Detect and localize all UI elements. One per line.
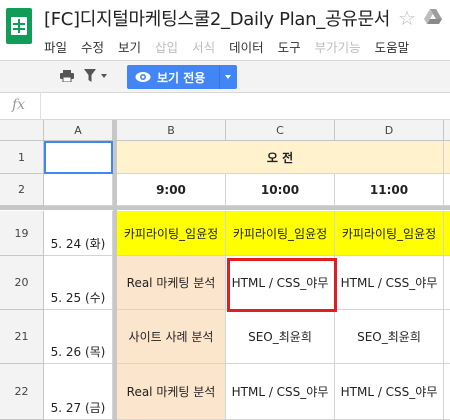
- star-icon[interactable]: ☆: [398, 6, 416, 30]
- menu-view[interactable]: 보기: [118, 37, 141, 55]
- print-icon[interactable]: [60, 70, 74, 82]
- filter-dropdown-icon[interactable]: [101, 74, 107, 78]
- view-only-button[interactable]: 보기 전용: [127, 65, 237, 89]
- chevron-down-icon[interactable]: [225, 75, 231, 79]
- menu-data[interactable]: 데이터: [229, 37, 264, 55]
- menu-help[interactable]: 도움말: [375, 37, 410, 55]
- row-header-1[interactable]: 1: [0, 141, 44, 174]
- formula-divider: [40, 93, 41, 120]
- view-only-label: 보기 전용: [157, 71, 206, 85]
- cell-c2[interactable]: 10:00: [226, 174, 335, 206]
- cell-a22[interactable]: 5. 27 (금): [44, 364, 113, 420]
- menu-addons: 부가기능: [314, 40, 361, 55]
- cell-e21[interactable]: [444, 310, 450, 364]
- cell-d22[interactable]: HTML / CSS_야무: [335, 364, 444, 420]
- row-header-19[interactable]: 19: [0, 211, 44, 256]
- cell-d21[interactable]: SEO_최윤희: [335, 310, 444, 364]
- cell-e22[interactable]: [444, 364, 450, 420]
- column-header-b[interactable]: B: [117, 120, 226, 141]
- fx-icon: fx: [12, 97, 26, 113]
- cell-d19[interactable]: 카피라이팅_임윤정: [335, 211, 444, 256]
- menu-tools[interactable]: 도구: [278, 37, 301, 55]
- cell-b21[interactable]: 사이트 사례 분석: [117, 310, 226, 364]
- cell-a1[interactable]: [44, 141, 113, 174]
- cell-a2[interactable]: [44, 174, 113, 206]
- select-all-corner[interactable]: [0, 120, 44, 141]
- move-to-folder-icon[interactable]: [424, 9, 442, 25]
- eye-icon: [135, 72, 151, 82]
- cell-c21[interactable]: SEO_최윤희: [226, 310, 335, 364]
- cell-d20[interactable]: HTML / CSS_야무: [335, 256, 444, 310]
- cell-c19[interactable]: 카피라이팅_임윤정: [226, 211, 335, 256]
- cell-e2[interactable]: [444, 174, 450, 206]
- spreadsheet-grid: A B C D 1 오 전 2 9:00 10:00 11:00 19 5. 2…: [0, 120, 450, 420]
- cell-a19[interactable]: 5. 24 (화): [44, 211, 113, 256]
- menu-insert: 삽입: [155, 40, 179, 55]
- frozen-column-divider[interactable]: [113, 120, 117, 420]
- title-bar: [FC]디지털마케팅스쿨2_Daily Plan_공유문서 ☆ 파일 수정 보기…: [0, 0, 450, 60]
- cell-b20[interactable]: Real 마케팅 분석: [117, 256, 226, 310]
- cell-a20[interactable]: 5. 25 (수): [44, 256, 113, 310]
- column-header-e[interactable]: [444, 120, 450, 141]
- sheets-logo-icon[interactable]: [6, 8, 32, 44]
- column-header-d[interactable]: D: [335, 120, 444, 141]
- menu-file[interactable]: 파일: [44, 37, 67, 55]
- formula-bar: fx: [0, 93, 450, 120]
- cell-c20[interactable]: HTML / CSS_야무: [226, 256, 335, 310]
- cell-e20[interactable]: [444, 256, 450, 310]
- frozen-rows-divider[interactable]: [0, 206, 450, 210]
- menu-format: 서식: [192, 40, 216, 55]
- cell-a21[interactable]: 5. 26 (목): [44, 310, 113, 364]
- filter-icon[interactable]: [84, 69, 96, 82]
- menu-bar: 파일 수정 보기 삽입 서식 데이터 도구 부가기능 도움말: [44, 37, 423, 55]
- cell-e1[interactable]: [444, 141, 450, 174]
- cell-c22[interactable]: HTML / CSS_야무: [226, 364, 335, 420]
- cell-b1-merged[interactable]: 오 전: [117, 141, 444, 174]
- column-header-a[interactable]: A: [44, 120, 113, 141]
- cell-d2[interactable]: 11:00: [335, 174, 444, 206]
- cell-e19[interactable]: [444, 211, 450, 256]
- view-button-divider: [219, 65, 220, 89]
- row-header-22[interactable]: 22: [0, 364, 44, 420]
- row-header-2[interactable]: 2: [0, 174, 44, 206]
- menu-edit[interactable]: 수정: [81, 37, 104, 55]
- cell-b22[interactable]: Real 마케팅 분석: [117, 364, 226, 420]
- cell-b19[interactable]: 카피라이팅_임윤정: [117, 211, 226, 256]
- column-header-c[interactable]: C: [226, 120, 335, 141]
- toolbar: 보기 전용: [0, 60, 450, 93]
- row-header-20[interactable]: 20: [0, 256, 44, 310]
- row-header-21[interactable]: 21: [0, 310, 44, 364]
- document-title[interactable]: [FC]디지털마케팅스쿨2_Daily Plan_공유문서: [44, 5, 390, 31]
- cell-b2[interactable]: 9:00: [117, 174, 226, 206]
